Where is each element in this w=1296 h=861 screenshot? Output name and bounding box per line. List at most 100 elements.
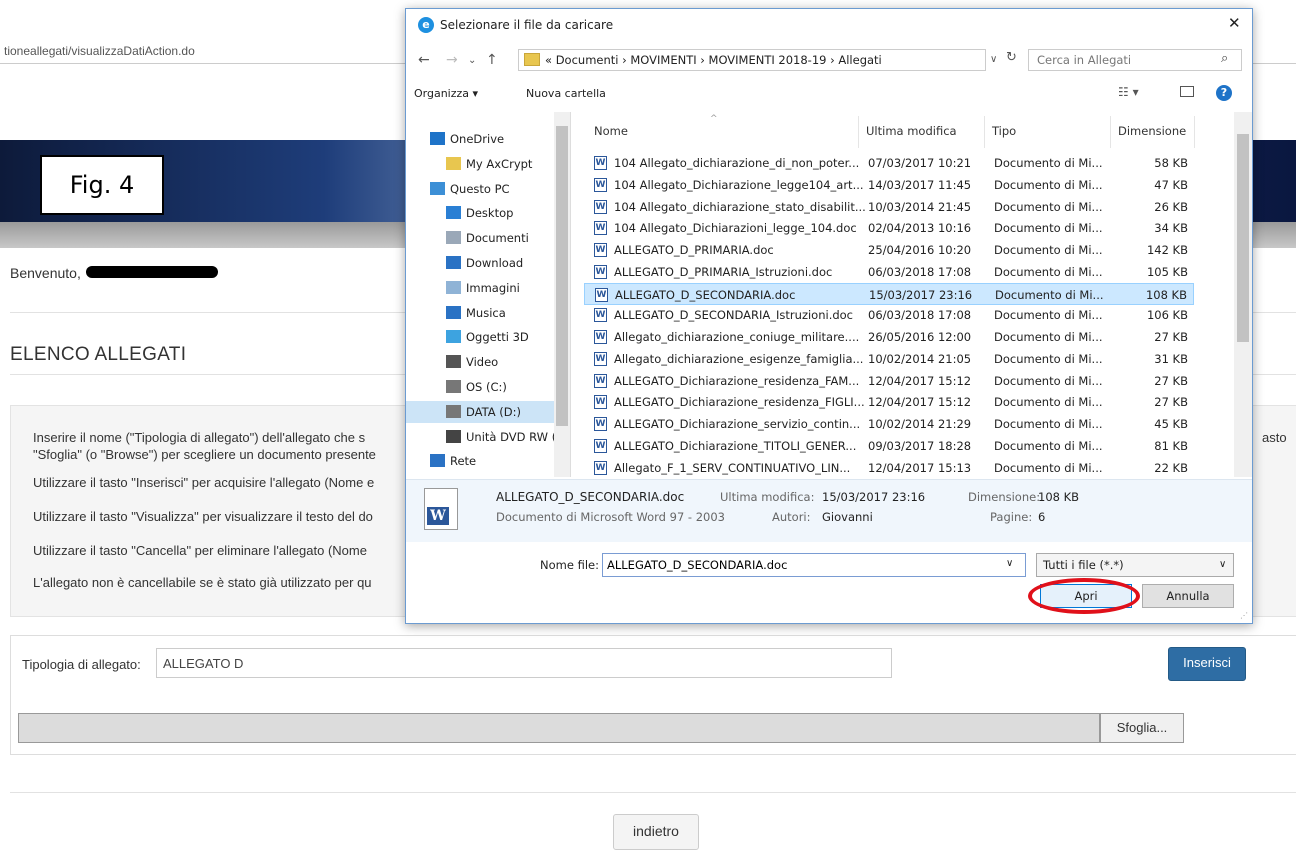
file-row[interactable]: W ALLEGATO_D_PRIMARIA_Istruzioni.doc 06/03… (584, 261, 1194, 283)
back-button[interactable]: indietro (613, 814, 699, 850)
view-options-icon[interactable]: ☷ ▾ (1118, 85, 1139, 99)
file-name: Allegato_dichiarazione_coniuge_militare.… (614, 330, 860, 344)
chevron-down-icon[interactable]: ∨ (1006, 558, 1013, 569)
attachment-type-input[interactable] (156, 648, 892, 678)
word-file-icon: W (594, 221, 607, 236)
file-row[interactable]: W ALLEGATO_D_SECONDARIA.doc 15/03/2017 23:… (584, 282, 1194, 305)
nav-item[interactable]: OneDrive (406, 128, 556, 150)
chevron-down-icon[interactable]: ∨ (990, 54, 997, 65)
nav-item[interactable]: Oggetti 3D (406, 326, 556, 348)
insert-button[interactable]: Inserisci (1168, 647, 1246, 681)
file-size: 27 KB (1154, 395, 1188, 410)
help-icon[interactable]: ? (1216, 85, 1232, 101)
word-file-icon: W (594, 199, 607, 214)
file-row[interactable]: W Allegato_F_1_SERV_CONTINUATIVO_LIN... 12… (584, 457, 1194, 478)
dialog-title-bar[interactable]: e Selezionare il file da caricare ✕ (406, 9, 1252, 39)
file-type: Documento di Mi... (994, 221, 1103, 236)
organize-menu[interactable]: Organizza ▾ (414, 87, 478, 100)
chevron-down-icon: ∨ (1219, 559, 1227, 570)
nav-item[interactable]: Documenti (406, 227, 556, 249)
details-authors-label: Autori: (772, 510, 811, 524)
music-icon (446, 305, 461, 319)
file-row[interactable]: W ALLEGATO_Dichiarazione_servizio_contin.… (584, 413, 1194, 435)
up-arrow-icon[interactable]: ↑ (486, 52, 498, 68)
column-header-modified[interactable]: Ultima modifica (866, 124, 957, 138)
nav-item[interactable]: Musica (406, 302, 556, 324)
file-size: 45 KB (1154, 417, 1188, 431)
file-list-scrollbar-thumb[interactable] (1237, 134, 1249, 342)
file-row[interactable]: W Allegato_dichiarazione_esigenze_famigli… (584, 348, 1194, 370)
file-row[interactable]: W 104 Allegato_Dichiarazioni_legge_104.do… (584, 217, 1194, 239)
file-row[interactable]: W ALLEGATO_Dichiarazione_TITOLI_GENER... 0… (584, 435, 1194, 457)
column-header-name[interactable]: Nome (594, 124, 628, 138)
new-folder-button[interactable]: Nuova cartella (526, 87, 606, 100)
file-list-scrollbar[interactable] (1234, 112, 1252, 477)
word-file-icon: W (594, 460, 607, 475)
desktop-icon (446, 206, 461, 220)
file-row[interactable]: W ALLEGATO_D_SECONDARIA_Istruzioni.doc 06/… (584, 304, 1194, 326)
file-row[interactable]: W ALLEGATO_D_PRIMARIA.doc 25/04/2016 10:20… (584, 239, 1194, 261)
file-type-filter[interactable]: Tutti i file (*.*) ∨ (1036, 553, 1234, 577)
nav-item[interactable]: Desktop (406, 202, 556, 224)
navigation-bar: ← → ⌄ ↑ « Documenti › MOVIMENTI › MOVIME… (406, 47, 1252, 75)
file-name: ALLEGATO_Dichiarazione_residenza_FAM... (614, 373, 860, 388)
nav-item[interactable]: Unità DVD RW (E (406, 426, 563, 448)
preview-pane-icon[interactable] (1180, 86, 1194, 97)
file-row[interactable]: W 104 Allegato_dichiarazione_stato_disabi… (584, 196, 1194, 218)
dialog-toolbar: Organizza ▾ Nuova cartella ☷ ▾ ? (406, 81, 1252, 107)
nav-item-label: DATA (D:) (466, 404, 521, 419)
file-modified: 12/04/2017 15:12 (868, 373, 972, 388)
file-modified: 06/03/2018 17:08 (868, 308, 972, 323)
forward-arrow-icon[interactable]: → (446, 52, 458, 68)
nav-scrollbar-thumb[interactable] (556, 126, 568, 426)
objects-3d-icon (446, 330, 461, 344)
address-breadcrumb[interactable]: « Documenti › MOVIMENTI › MOVIMENTI 2018… (518, 49, 986, 71)
file-row[interactable]: W Allegato_dichiarazione_coniuge_militare… (584, 326, 1194, 348)
resize-grip-icon[interactable]: ⋰ (1240, 611, 1248, 620)
details-filetype: Documento di Microsoft Word 97 - 2003 (496, 510, 725, 524)
pictures-icon (446, 280, 461, 294)
details-size: 108 KB (1038, 490, 1080, 504)
file-type: Documento di Mi... (994, 373, 1103, 388)
nav-item-label: Desktop (466, 206, 514, 221)
details-pages: 6 (1038, 510, 1046, 524)
column-header-size[interactable]: Dimensione (1118, 124, 1186, 138)
file-modified: 10/02/2014 21:29 (868, 417, 972, 431)
back-arrow-icon[interactable]: ← (418, 52, 430, 68)
nav-item[interactable]: My AxCrypt (406, 153, 556, 175)
file-path-field[interactable] (18, 713, 1100, 743)
file-size: 31 KB (1154, 351, 1188, 366)
file-size: 26 KB (1154, 199, 1188, 214)
filename-input[interactable] (602, 553, 1026, 577)
file-type: Documento di Mi... (994, 264, 1103, 279)
nav-item[interactable]: Rete (406, 450, 556, 472)
nav-item-label: Questo PC (450, 181, 510, 196)
file-name: ALLEGATO_D_PRIMARIA_Istruzioni.doc (614, 264, 833, 279)
file-row[interactable]: W ALLEGATO_Dichiarazione_residenza_FAM...… (584, 370, 1194, 392)
file-modified: 25/04/2016 10:20 (868, 243, 972, 257)
details-filename: ALLEGATO_D_SECONDARIA.doc (496, 490, 685, 504)
search-icon[interactable]: ⌕ (1221, 51, 1228, 66)
file-type: Documento di Mi... (994, 330, 1103, 344)
browse-button[interactable]: Sfoglia... (1100, 713, 1184, 743)
refresh-icon[interactable]: ↻ (1006, 50, 1017, 65)
nav-item[interactable]: DATA (D:) (406, 400, 556, 423)
file-row[interactable]: W 104 Allegato_Dichiarazione_legge104_art… (584, 174, 1194, 196)
nav-item[interactable]: Questo PC (406, 178, 556, 200)
file-row[interactable]: W 104 Allegato_dichiarazione_di_non_poter… (584, 152, 1194, 174)
recent-chevron-icon[interactable]: ⌄ (468, 55, 476, 66)
nav-item[interactable]: Immagini (406, 277, 556, 299)
nav-item[interactable]: OS (C:) (406, 376, 556, 398)
nav-scrollbar[interactable] (554, 112, 570, 477)
search-input[interactable]: Cerca in Allegati ⌕ (1028, 49, 1242, 71)
file-name: ALLEGATO_D_SECONDARIA_Istruzioni.doc (614, 308, 854, 323)
nav-item[interactable]: Video (406, 351, 556, 373)
figure-label: Fig. 4 (40, 155, 164, 215)
column-header-type[interactable]: Tipo (992, 124, 1016, 138)
cancel-button[interactable]: Annulla (1142, 584, 1234, 608)
file-row[interactable]: W ALLEGATO_Dichiarazione_residenza_FIGLI.… (584, 391, 1194, 413)
close-icon[interactable]: ✕ (1228, 14, 1241, 32)
nav-item[interactable]: Download (406, 252, 556, 274)
breadcrumb-path[interactable]: « Documenti › MOVIMENTI › MOVIMENTI 2018… (545, 53, 882, 67)
file-name: 104 Allegato_Dichiarazione_legge104_art.… (614, 177, 864, 192)
